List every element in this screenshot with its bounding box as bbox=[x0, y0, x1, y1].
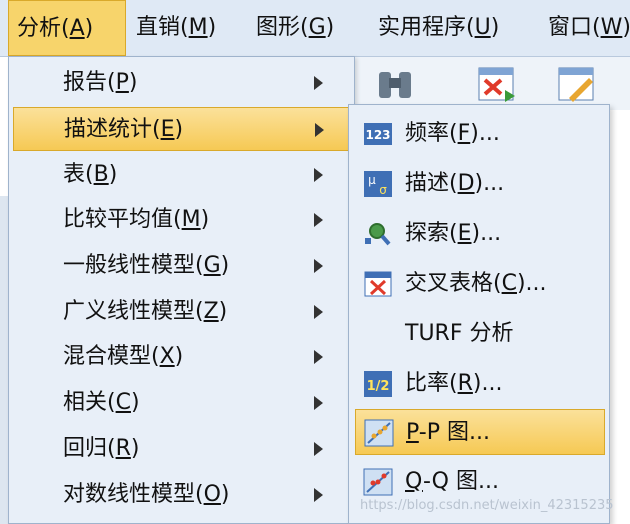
frequencies-123-icon: 123 bbox=[364, 123, 392, 145]
watermark-text: https://blog.csdn.net/weixin_42315235 bbox=[360, 498, 614, 513]
submenu-arrow-icon bbox=[314, 488, 323, 502]
svg-text:μ: μ bbox=[368, 173, 376, 187]
menu-item-mixed-models[interactable]: 混合模型(X) bbox=[13, 335, 352, 379]
menu-item-tables[interactable]: 表(B) bbox=[13, 153, 352, 197]
submenu-arrow-icon bbox=[314, 76, 323, 90]
menu-window[interactable]: 窗口(W) bbox=[548, 0, 630, 56]
submenu-arrow-icon bbox=[314, 396, 323, 410]
menu-item-turf-analysis[interactable]: TURF 分析 bbox=[355, 311, 605, 357]
menu-item-pp-plot[interactable]: P-P 图... bbox=[355, 409, 605, 455]
explore-magnifier-icon bbox=[365, 223, 391, 246]
menu-item-regression[interactable]: 回归(R) bbox=[13, 427, 352, 471]
menu-item-explore[interactable]: 探索(E)... bbox=[355, 211, 605, 257]
analyze-dropdown: 报告(P) 描述统计(E) 表(B) 比较平均值(M) 一般线性模型(G) 广义… bbox=[8, 56, 355, 524]
menu-graphs[interactable]: 图形(G) bbox=[256, 0, 334, 56]
qq-plot-icon bbox=[363, 468, 393, 496]
menu-item-descriptives[interactable]: μ σ 描述(D)... bbox=[355, 161, 605, 207]
submenu-arrow-icon bbox=[314, 442, 323, 456]
binoculars-icon[interactable] bbox=[373, 64, 417, 104]
submenu-arrow-icon bbox=[314, 213, 323, 227]
ratio-half-icon: 1/2 bbox=[364, 371, 392, 397]
toolbar bbox=[355, 56, 630, 110]
menu-item-generalized-linear-models[interactable]: 广义线性模型(Z) bbox=[13, 290, 352, 334]
menu-utilities[interactable]: 实用程序(U) bbox=[378, 0, 499, 56]
descriptive-statistics-submenu: 123 频率(F)... μ σ 描述(D)... 探索(E)... 交叉表格(… bbox=[348, 104, 610, 524]
menu-analyze[interactable]: 分析(A) bbox=[8, 0, 126, 56]
svg-text:123: 123 bbox=[365, 128, 390, 142]
menu-item-compare-means[interactable]: 比较平均值(M) bbox=[13, 198, 352, 242]
descriptives-mu-sigma-icon: μ σ bbox=[364, 171, 392, 197]
menu-item-ratio[interactable]: 1/2 比率(R)... bbox=[355, 361, 605, 407]
svg-text:1/2: 1/2 bbox=[367, 379, 390, 394]
menu-item-loglinear[interactable]: 对数线性模型(O) bbox=[13, 473, 352, 517]
menu-item-frequencies[interactable]: 123 频率(F)... bbox=[355, 111, 605, 157]
edit-variables-icon[interactable] bbox=[555, 64, 599, 104]
submenu-arrow-icon bbox=[314, 305, 323, 319]
submenu-arrow-icon bbox=[314, 259, 323, 273]
menu-item-crosstabs[interactable]: 交叉表格(C)... bbox=[355, 261, 605, 307]
crosstabs-icon bbox=[364, 271, 392, 297]
menu-direct-marketing[interactable]: 直销(M) bbox=[136, 0, 216, 56]
menu-item-reports[interactable]: 报告(P) bbox=[13, 61, 352, 105]
svg-text:σ: σ bbox=[379, 183, 387, 197]
submenu-arrow-icon bbox=[314, 168, 323, 182]
menu-item-correlate[interactable]: 相关(C) bbox=[13, 381, 352, 425]
menu-item-descriptive-statistics[interactable]: 描述统计(E) bbox=[13, 107, 352, 151]
submenu-arrow-icon bbox=[314, 350, 323, 364]
menu-item-general-linear-model[interactable]: 一般线性模型(G) bbox=[13, 244, 352, 288]
insert-cases-icon[interactable] bbox=[475, 64, 519, 104]
submenu-arrow-icon bbox=[315, 123, 324, 137]
menu-bar: 分析(A) 直销(M) 图形(G) 实用程序(U) 窗口(W) bbox=[0, 0, 630, 57]
pp-plot-icon bbox=[364, 419, 394, 447]
